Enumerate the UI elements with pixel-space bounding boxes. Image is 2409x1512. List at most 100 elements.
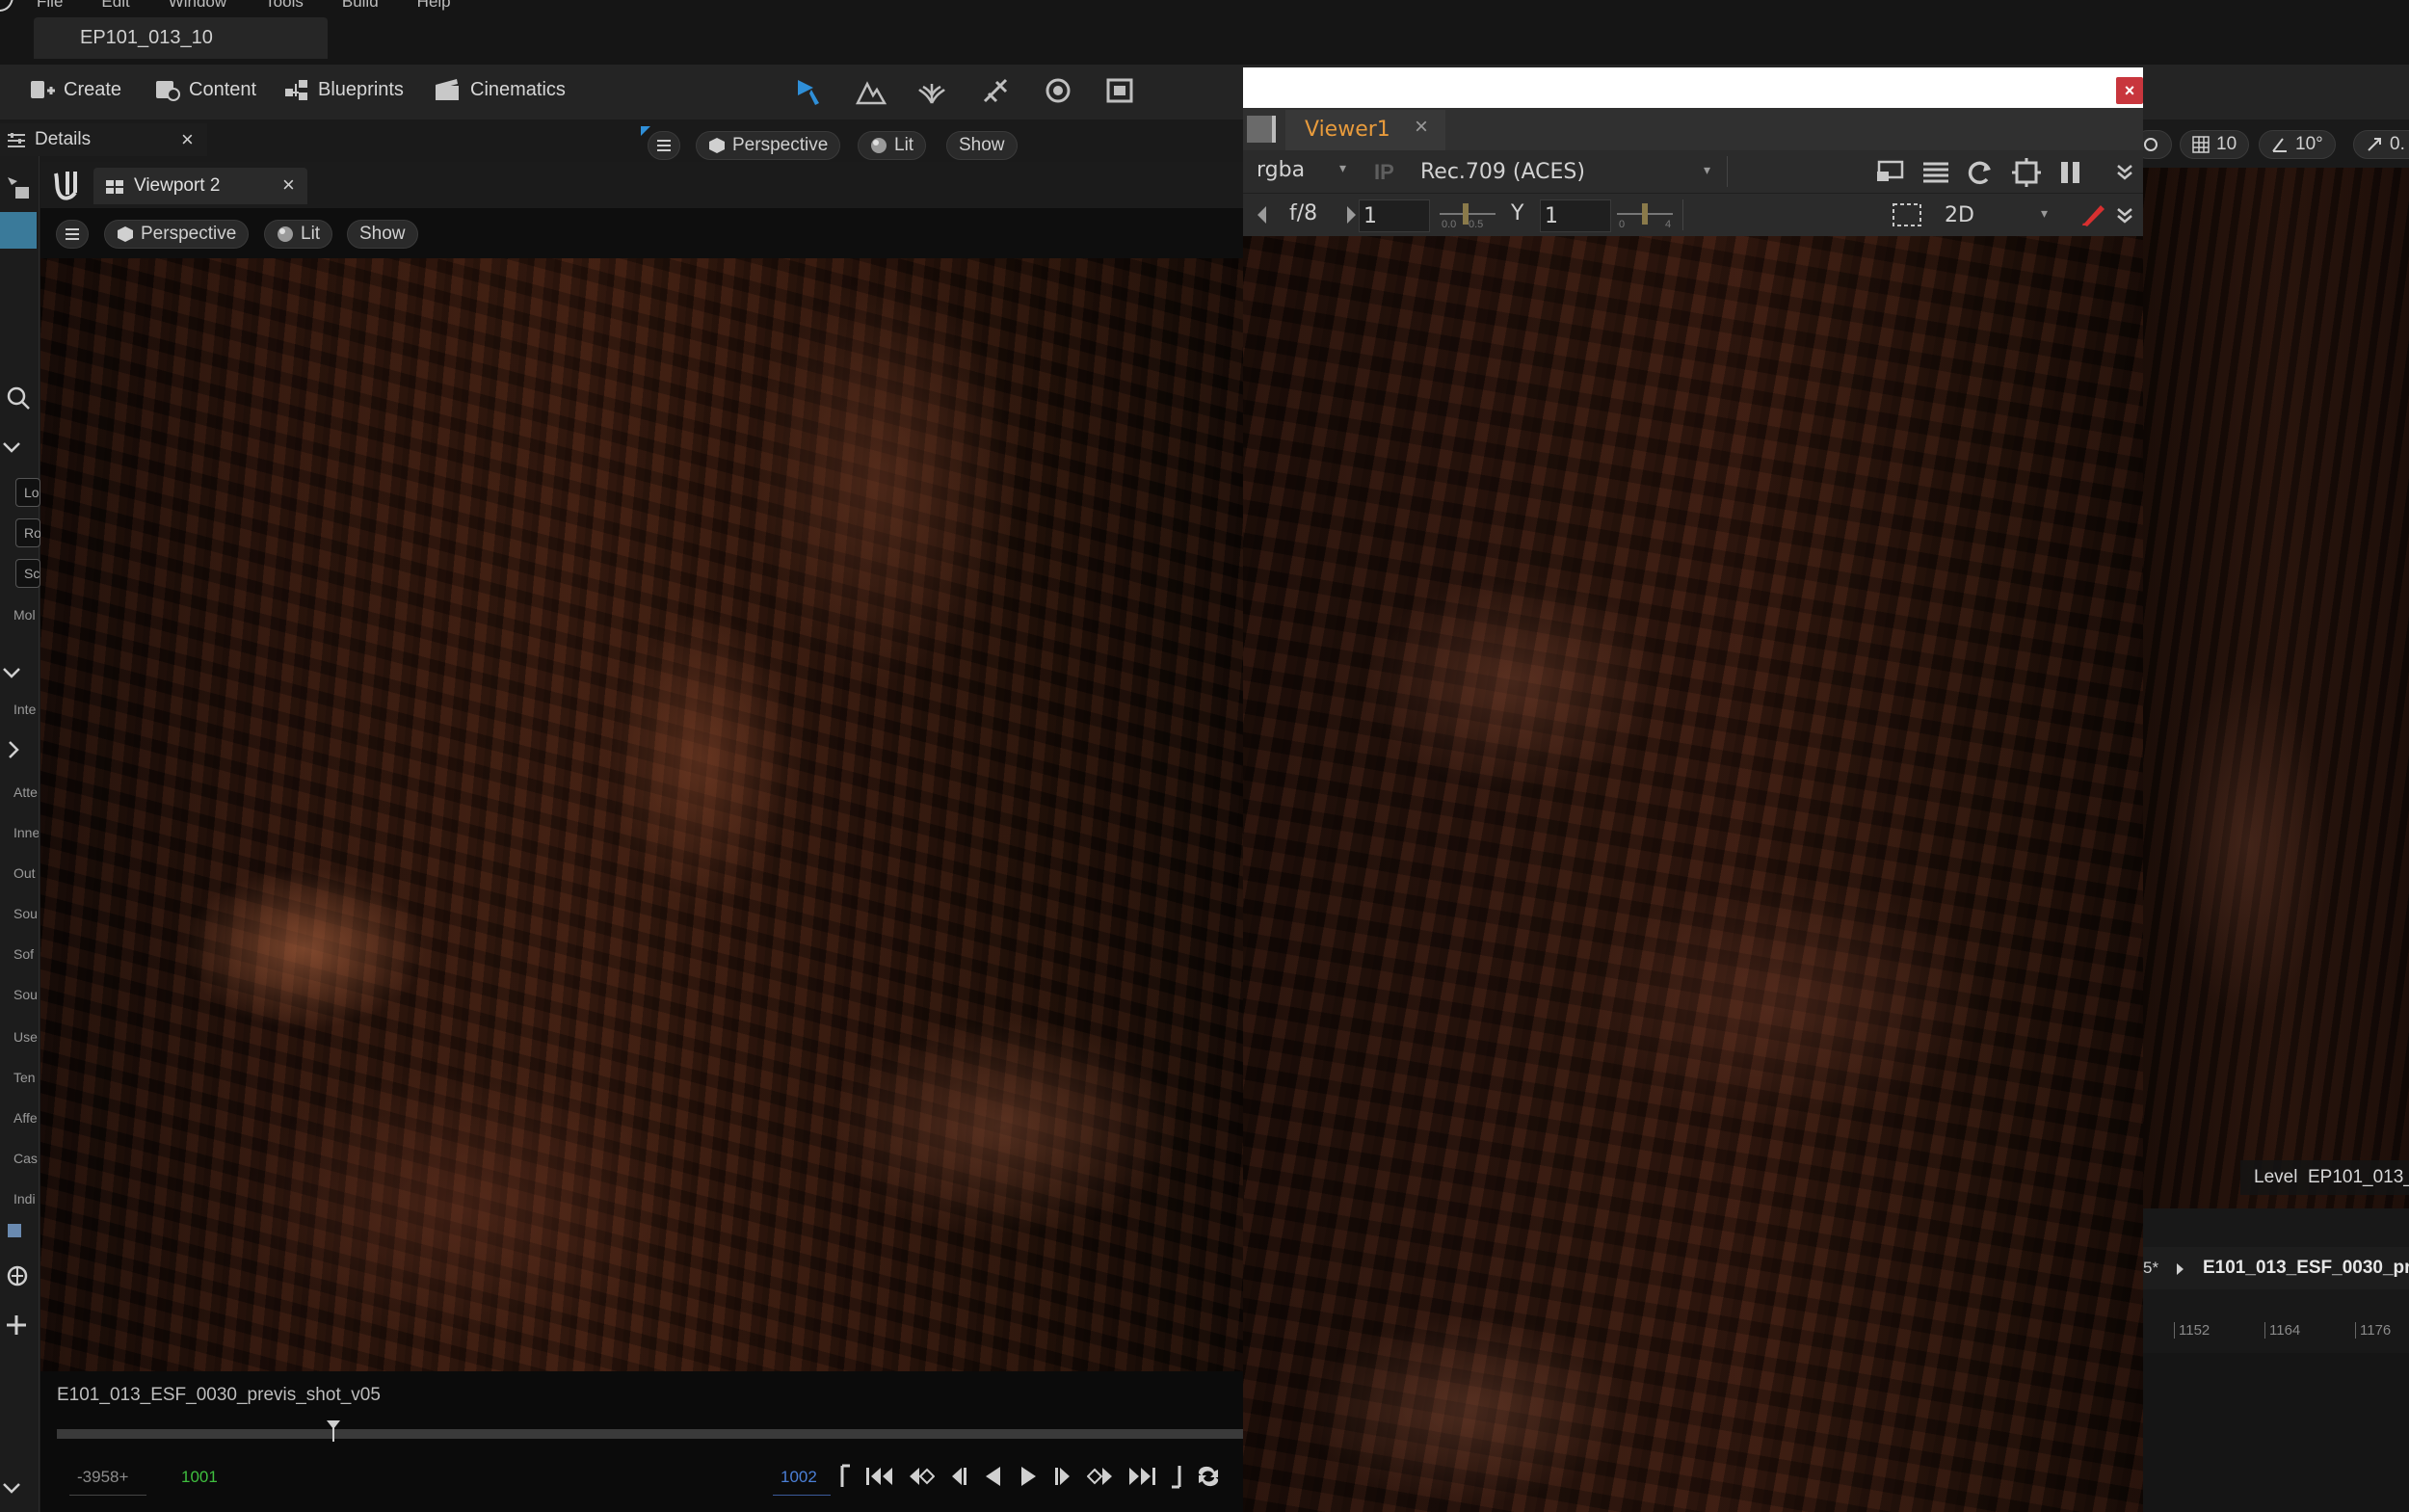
collapse-chevron-icon[interactable] (2, 441, 21, 455)
sidebar-field-sc[interactable]: Sc (15, 559, 40, 588)
viewer1-tab[interactable]: Viewer1 × (1285, 110, 1445, 150)
foliage-mode-icon[interactable] (917, 76, 946, 105)
jump-to-end-icon[interactable] (1127, 1464, 1156, 1489)
menu-window[interactable]: Window (169, 0, 226, 12)
sidebar-field-lo[interactable]: Lo (15, 478, 40, 507)
play-reverse-icon[interactable] (983, 1464, 1004, 1489)
viewport2-tab-strip: Viewport 2 × (40, 162, 1243, 208)
sidebar-bottom-chevron-icon[interactable] (2, 1482, 21, 1496)
sequencer-timeline-track[interactable] (57, 1429, 1243, 1439)
loop-icon[interactable] (1195, 1464, 1222, 1489)
angle-snap-button[interactable]: 10° (2259, 130, 2336, 159)
viewport2-show-button[interactable]: Show (347, 220, 418, 249)
fstop-decrease-icon[interactable] (1257, 205, 1268, 225)
fstop-increase-icon[interactable] (1345, 205, 1357, 225)
scale-snap-button[interactable]: 0. (2353, 130, 2409, 159)
next-key-icon[interactable] (1087, 1464, 1114, 1489)
more-options-icon[interactable] (2116, 164, 2133, 181)
play-icon[interactable] (1018, 1464, 1039, 1489)
nuke-close-button[interactable]: × (2116, 77, 2143, 104)
main-show-button[interactable]: Show (946, 131, 1018, 160)
viewport2-perspective-button[interactable]: Perspective (104, 220, 250, 249)
nuke-viewer-image[interactable] (1243, 236, 2143, 1512)
viewport2-close-icon[interactable]: × (282, 172, 295, 198)
start-frame-field[interactable]: -3958+ (69, 1468, 146, 1496)
select-mode-icon[interactable] (792, 76, 825, 107)
landscape-mode-icon[interactable] (856, 78, 887, 105)
ip-toggle-button[interactable]: IP (1374, 160, 1394, 185)
gamma-slider[interactable]: 0 4 (1617, 199, 1673, 230)
current-frame-field[interactable]: 1001 (173, 1468, 251, 1495)
nuke-viewer-window: × Viewer1 × rgba ▾ IP Rec.709 (ACES) ▾ f… (1243, 67, 2143, 1512)
refresh-icon[interactable] (1966, 158, 1995, 187)
sidebar-field-ro[interactable]: Ro (15, 518, 41, 547)
sidebar-tool-icon[interactable] (6, 1220, 29, 1243)
right-viewport-scene[interactable] (2141, 168, 2409, 1208)
nuke-title-bar[interactable]: × (1243, 67, 2143, 108)
place-actor-icon[interactable] (4, 173, 33, 200)
paint-mode-icon[interactable] (981, 76, 1012, 105)
grid-snap-button[interactable]: 10 (2180, 130, 2250, 159)
sidebar-add-icon[interactable] (4, 1313, 29, 1338)
create-button[interactable]: Create (29, 77, 121, 102)
main-perspective-button[interactable]: Perspective (696, 131, 841, 160)
menu-build[interactable]: Build (342, 0, 379, 12)
gain-input[interactable]: 1 (1359, 199, 1430, 232)
sidebar-search-icon[interactable] (6, 385, 31, 411)
jump-to-start-icon[interactable] (865, 1464, 894, 1489)
modeling-mode-icon[interactable] (1043, 76, 1073, 105)
menu-edit[interactable]: Edit (101, 0, 129, 12)
sequence-expand-icon[interactable] (2176, 1262, 2185, 1276)
sidebar-label-sof: Sof (13, 946, 35, 962)
expand-chevron-icon[interactable] (8, 740, 21, 759)
step-forward-icon[interactable] (1052, 1464, 1073, 1489)
details-close-icon[interactable]: × (181, 127, 194, 152)
roi-icon[interactable] (1875, 160, 1904, 185)
gamma-input[interactable]: 1 (1540, 199, 1611, 232)
menu-tools[interactable]: Tools (265, 0, 304, 12)
paint-annotate-icon[interactable] (2079, 201, 2106, 228)
content-button[interactable]: Content (154, 77, 256, 102)
main-viewport-menu-button[interactable] (648, 131, 680, 160)
viewport2-menu-button[interactable] (56, 220, 89, 249)
step-back-icon[interactable] (948, 1464, 969, 1489)
menu-file[interactable]: File (37, 0, 63, 12)
timeline-ruler[interactable]: 1152 1164 1176 (2141, 1318, 2409, 1347)
scale-snap-value: 0. (2390, 134, 2405, 154)
prev-key-icon[interactable] (908, 1464, 935, 1489)
set-end-icon[interactable] (1170, 1464, 1181, 1489)
proxy-icon[interactable] (2012, 158, 2041, 187)
more-options-2-icon[interactable] (2116, 207, 2133, 225)
sequencer-playhead-icon[interactable] (326, 1419, 341, 1443)
gamma-slider-handle[interactable] (1642, 203, 1648, 225)
gain-slider[interactable]: 0.0 0.5 (1440, 199, 1496, 230)
blueprints-button[interactable]: Blueprints (283, 77, 404, 102)
view-mode-dropdown[interactable]: 2D ▾ (1939, 199, 2058, 230)
active-mode-icon[interactable] (0, 212, 37, 249)
viewport2-lit-button[interactable]: Lit (264, 220, 333, 249)
sidebar-label-indi: Indi (13, 1191, 36, 1207)
channels-dropdown[interactable]: rgba ▾ (1257, 158, 1353, 185)
viewport2-scene-render[interactable] (40, 258, 1243, 1371)
roi-select-icon[interactable] (1891, 201, 1923, 228)
viewport2-tab[interactable]: Viewport 2 × (93, 168, 307, 204)
collapse-chevron-2-icon[interactable] (2, 667, 21, 680)
set-start-icon[interactable] (840, 1464, 852, 1489)
checker-icon[interactable] (1921, 160, 1950, 185)
colorspace-dropdown[interactable]: Rec.709 (ACES) ▾ (1415, 156, 1728, 187)
fracture-mode-icon[interactable] (1104, 76, 1135, 105)
sidebar-globe-icon[interactable] (6, 1264, 29, 1287)
right-viewport-toolbar: 10 10° 0. (2133, 123, 2409, 168)
menu-help[interactable]: Help (417, 0, 451, 12)
pause-icon[interactable] (2058, 160, 2083, 185)
sequence-name[interactable]: E101_013_ESF_0030_pre (2203, 1258, 2409, 1279)
level-tab[interactable]: EP101_013_10 (34, 17, 328, 59)
end-frame-value: 1002 (781, 1468, 817, 1486)
viewer1-close-icon[interactable]: × (1415, 114, 1428, 141)
main-lit-button[interactable]: Lit (858, 131, 927, 160)
timeline-track-area[interactable] (2141, 1353, 2409, 1512)
transport-controls (840, 1464, 1222, 1489)
nuke-pane-menu-icon[interactable] (1247, 116, 1276, 143)
cinematics-button[interactable]: Cinematics (434, 77, 566, 102)
end-frame-field[interactable]: 1002 (773, 1468, 831, 1496)
